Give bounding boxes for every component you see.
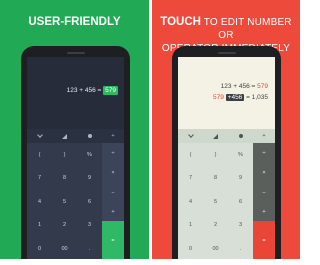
- caption-rest-line1: TO EDIT NUMBER OR: [203, 17, 292, 41]
- calculator-screen: 123 + 456 = 579 + ( ) % 7 8 9 4 5 6 1 2 …: [27, 57, 124, 259]
- expression-line[interactable]: 123 + 456 = 579: [67, 86, 118, 95]
- caption-user-friendly: USER-FRIENDLY: [0, 16, 149, 29]
- key-6[interactable]: 6: [77, 190, 102, 213]
- key-plus-top[interactable]: +: [253, 129, 275, 143]
- calculator-screen: 123 + 456 = 579 579 +456 = 1,035 + () %…: [178, 57, 275, 259]
- phone-frame: 123 + 456 = 579 579 +456 = 1,035 + () %…: [172, 46, 281, 259]
- keypad-top-row: +: [27, 129, 124, 143]
- phone-earpiece: [67, 52, 85, 54]
- theme-button[interactable]: [228, 129, 253, 143]
- key-percent[interactable]: %: [228, 143, 253, 166]
- key-9[interactable]: 9: [228, 166, 253, 190]
- key-6[interactable]: 6: [228, 190, 253, 213]
- key-2[interactable]: 2: [52, 213, 77, 237]
- operand-number[interactable]: 579: [213, 94, 224, 101]
- key-minus[interactable]: −: [102, 183, 124, 202]
- key-minus[interactable]: −: [253, 183, 275, 202]
- result-badge[interactable]: 579: [103, 86, 118, 95]
- phone-earpiece: [218, 52, 236, 54]
- signal-icon: [213, 133, 218, 139]
- dot-icon: [238, 134, 243, 138]
- key-8[interactable]: 8: [203, 166, 228, 190]
- key-open-paren[interactable]: (: [27, 143, 52, 166]
- key-close-paren[interactable]: ): [52, 143, 77, 166]
- key-equals[interactable]: =: [102, 221, 124, 259]
- key-3[interactable]: 3: [77, 213, 102, 237]
- calculator-display[interactable]: 123 + 456 = 579: [27, 57, 124, 129]
- highlighted-operator[interactable]: +456: [225, 94, 245, 101]
- key-multiply[interactable]: ×: [253, 163, 275, 183]
- history-result[interactable]: 579: [257, 83, 268, 90]
- chevron-down-icon: [36, 132, 43, 138]
- key-1[interactable]: 1: [178, 213, 203, 237]
- key-divide[interactable]: ÷: [102, 143, 124, 163]
- current-expression-line[interactable]: 579 +456 = 1,035: [213, 94, 268, 101]
- key-decimal[interactable]: .: [228, 237, 253, 259]
- caption-bold-word: TOUCH: [160, 16, 201, 28]
- key-9[interactable]: 9: [77, 166, 102, 190]
- key-plus-top[interactable]: +: [102, 129, 124, 143]
- keypad-top-row: +: [178, 129, 275, 143]
- caption-text: USER-FRIENDLY: [28, 16, 121, 28]
- dot-icon: [87, 134, 92, 138]
- current-result[interactable]: = 1,035: [246, 94, 268, 101]
- key-2[interactable]: 2: [203, 213, 228, 237]
- key-3[interactable]: 3: [228, 213, 253, 237]
- key-equals[interactable]: =: [253, 221, 275, 259]
- key-0[interactable]: 0: [178, 237, 203, 259]
- chevron-down-icon: [187, 132, 194, 138]
- theme-button[interactable]: [77, 129, 102, 143]
- key-00[interactable]: 00: [203, 237, 228, 259]
- promo-panel-user-friendly: USER-FRIENDLY 123 + 456 = 579 + () % 7 …: [0, 0, 149, 259]
- key-close-paren[interactable]: ): [203, 143, 228, 166]
- key-7[interactable]: 7: [178, 166, 203, 190]
- key-4[interactable]: 4: [27, 190, 52, 213]
- key-8[interactable]: 8: [52, 166, 77, 190]
- key-plus[interactable]: +: [253, 202, 275, 221]
- key-4[interactable]: 4: [178, 190, 203, 213]
- history-expression-text[interactable]: 123 + 456 =: [221, 83, 256, 90]
- collapse-button[interactable]: [27, 129, 52, 143]
- promo-panel-touch-to-edit: TOUCH TO EDIT NUMBER OR OPERATOR IMMEDIA…: [152, 0, 300, 259]
- key-plus[interactable]: +: [102, 202, 124, 221]
- key-5[interactable]: 5: [203, 190, 228, 213]
- key-percent[interactable]: %: [77, 143, 102, 166]
- signal-icon: [62, 133, 67, 139]
- phone-frame: 123 + 456 = 579 + ( ) % 7 8 9 4 5 6 1 2 …: [21, 46, 130, 259]
- signal-button[interactable]: [52, 129, 77, 143]
- keypad: + ( ) % 7 8 9 4 5 6 1 2 3 0 00 . ÷ × − +…: [27, 129, 124, 259]
- key-multiply[interactable]: ×: [102, 163, 124, 183]
- equals-button[interactable]: =: [102, 221, 124, 259]
- signal-button[interactable]: [203, 129, 228, 143]
- history-expression-line[interactable]: 123 + 456 = 579: [221, 83, 268, 90]
- key-00[interactable]: 00: [52, 237, 77, 259]
- expression-text[interactable]: 123 + 456 =: [67, 87, 102, 94]
- calculator-display[interactable]: 123 + 456 = 579 579 +456 = 1,035: [178, 57, 275, 129]
- key-decimal[interactable]: .: [77, 237, 102, 259]
- key-divide[interactable]: ÷: [253, 143, 275, 163]
- key-0[interactable]: 0: [27, 237, 52, 259]
- key-open-paren[interactable]: (: [178, 143, 203, 166]
- equals-button[interactable]: =: [253, 221, 275, 259]
- key-5[interactable]: 5: [52, 190, 77, 213]
- keypad: + ( ) % 7 8 9 4 5 6 1 2 3 0 00 . ÷ × − +…: [178, 129, 275, 259]
- key-7[interactable]: 7: [27, 166, 52, 190]
- caption-line-1: TOUCH TO EDIT NUMBER OR: [152, 16, 300, 42]
- app-store-screenshots: USER-FRIENDLY 123 + 456 = 579 + () % 7 …: [0, 0, 300, 265]
- key-1[interactable]: 1: [27, 213, 52, 237]
- collapse-button[interactable]: [178, 129, 203, 143]
